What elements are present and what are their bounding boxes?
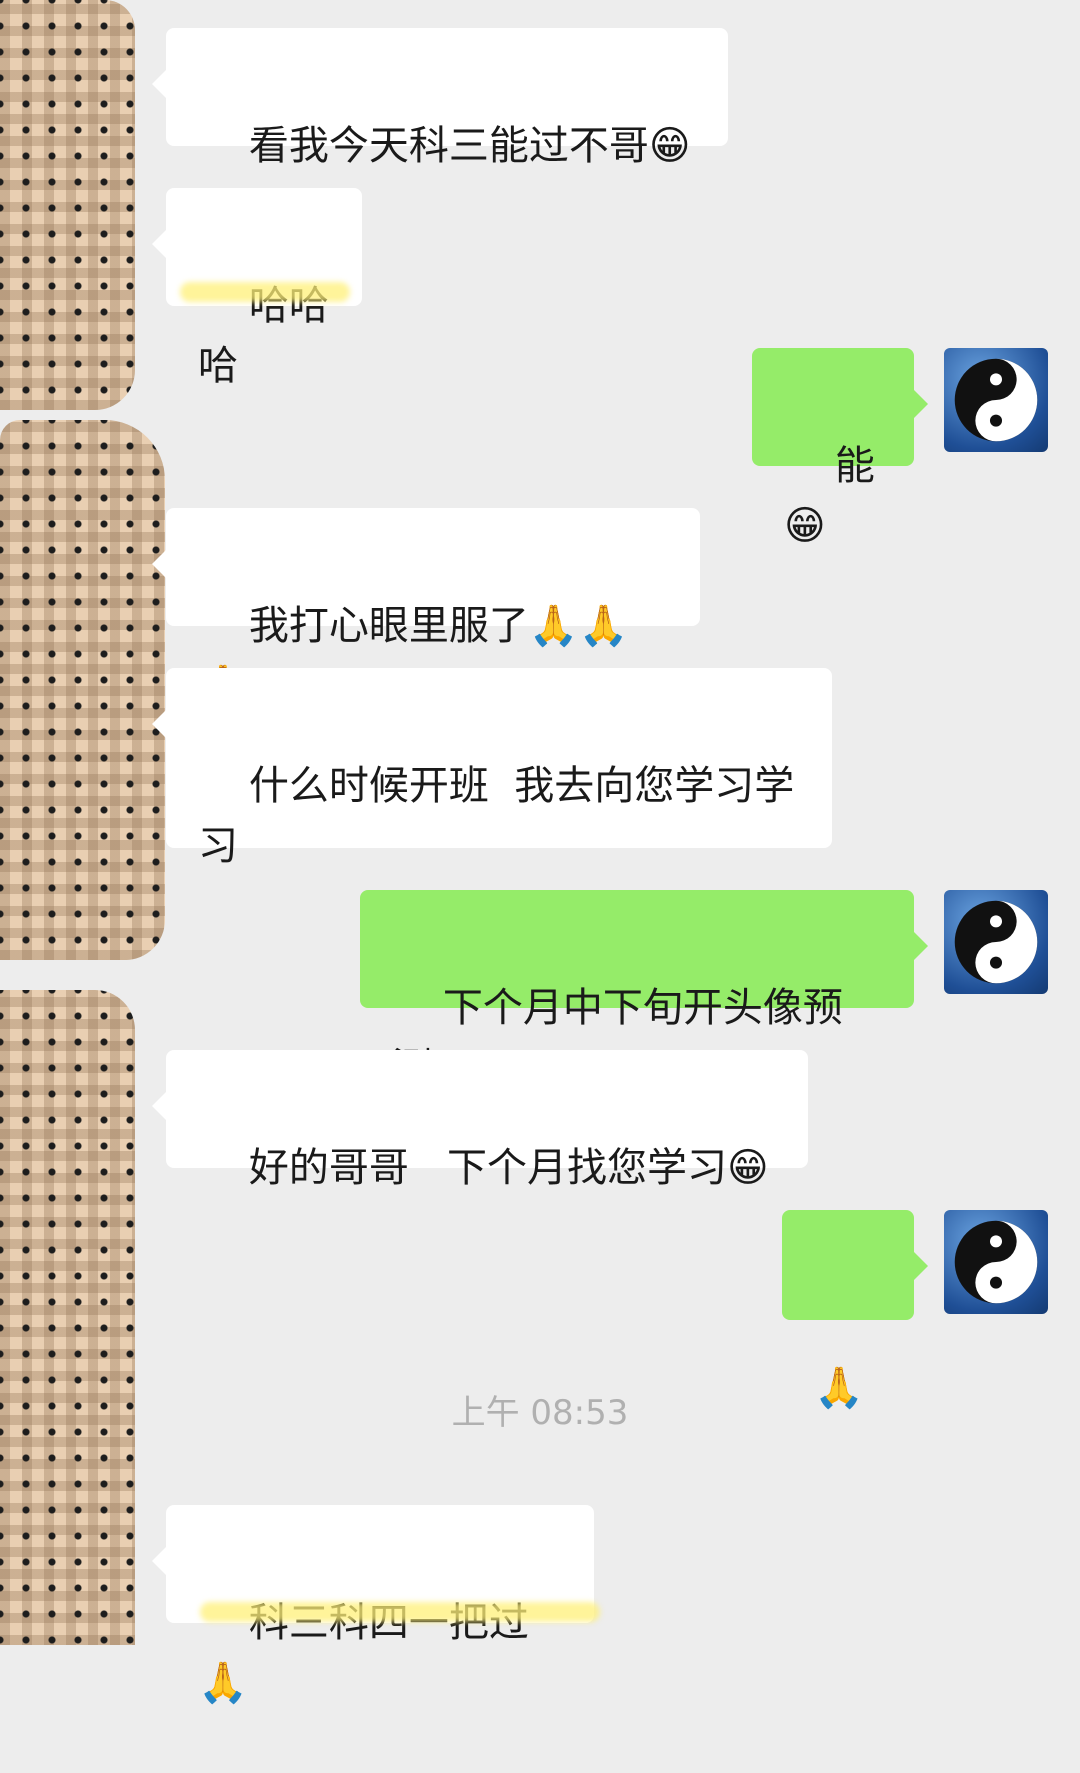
highlight-mark [180, 282, 350, 302]
message-bubble[interactable]: 能😁 [752, 348, 928, 549]
yin-yang-icon [954, 358, 1038, 442]
redacted-avatar-area [0, 990, 135, 1645]
my-avatar[interactable] [944, 1210, 1048, 1314]
redacted-avatar-area [0, 0, 135, 410]
chat-window: 看我今天科三能过不哥😁 哈哈哈 能😁 我打心眼里服了🙏🙏🙏 什么时候开班 我去向… [0, 0, 1080, 1706]
message-text: 我打心眼里服了 [248, 603, 529, 649]
message-text: 好的哥哥 下个月找您学习 [248, 1145, 728, 1191]
grin-emoji-icon: 😁 [784, 503, 826, 549]
yin-yang-icon [954, 900, 1038, 984]
redacted-avatar-area [0, 420, 165, 960]
grin-emoji-icon: 😁 [648, 123, 691, 169]
message-text: 能 [834, 443, 875, 489]
yin-yang-icon [954, 1220, 1038, 1304]
folded-hands-emoji-icon: 🙏 [198, 1660, 248, 1706]
message-text: 什么时候开班 我去向您学习学习 [198, 763, 795, 869]
message-text: 看我今天科三能过不哥 [248, 123, 649, 169]
message-bubble[interactable]: 看我今天科三能过不哥😁 [152, 28, 728, 169]
grin-emoji-icon: 😁 [727, 1145, 769, 1191]
highlight-mark [200, 1602, 600, 1622]
my-avatar[interactable] [944, 348, 1048, 452]
my-avatar[interactable] [944, 890, 1048, 994]
message-timestamp: 上午 08:53 [451, 1393, 629, 1433]
message-bubble[interactable]: 下个月中下旬开头像预测 [360, 890, 928, 1091]
message-bubble[interactable]: 什么时候开班 我去向您学习学习 [152, 668, 832, 869]
message-bubble[interactable]: 🙏 [782, 1210, 928, 1411]
message-bubble[interactable]: 我打心眼里服了🙏🙏🙏 [152, 508, 700, 709]
message-bubble[interactable]: 好的哥哥 下个月找您学习😁 [152, 1050, 808, 1191]
